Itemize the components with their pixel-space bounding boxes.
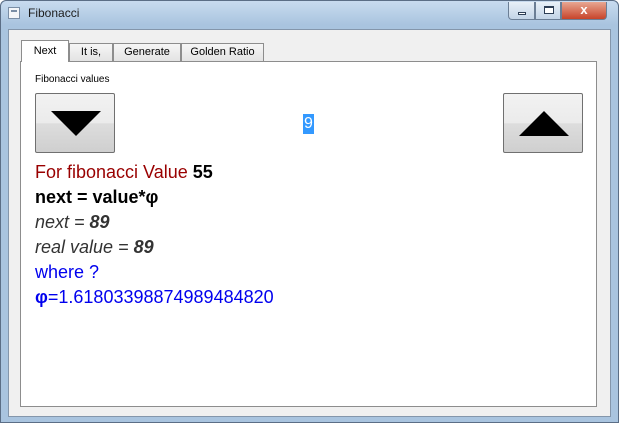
- value-prefix: For fibonacci Value: [35, 162, 193, 182]
- phi-value: =1.61803398874989484820: [47, 287, 274, 307]
- close-icon: x: [580, 2, 588, 17]
- tab-panel-next: Fibonacci values 9 For fibonacci Value 5…: [20, 61, 597, 407]
- where-line: where ?: [35, 262, 100, 282]
- fibonacci-value: 55: [192, 162, 213, 182]
- next-value: 89: [89, 212, 110, 232]
- tab-it-is[interactable]: It is,: [69, 43, 113, 62]
- tab-generate[interactable]: Generate: [113, 43, 181, 62]
- previous-value-button[interactable]: [35, 93, 115, 153]
- triangle-up-icon: [519, 111, 569, 136]
- close-button[interactable]: x: [561, 2, 607, 20]
- tab-golden-ratio[interactable]: Golden Ratio: [181, 43, 264, 62]
- result-line-value: For fibonacci Value 55: [35, 160, 274, 185]
- maximize-icon: [544, 6, 554, 14]
- client-area: Next It is, Generate Golden Ratio Fibona…: [8, 29, 611, 417]
- title-bar[interactable]: Fibonacci x: [1, 1, 618, 25]
- next-value-button[interactable]: [503, 93, 583, 153]
- formula-line: next = value*φ: [35, 187, 159, 207]
- triangle-down-icon: [51, 111, 101, 136]
- phi-symbol: φ: [35, 287, 48, 307]
- maximize-button[interactable]: [535, 2, 561, 20]
- real-value: 89: [133, 237, 154, 257]
- next-prefix: next =: [35, 212, 90, 232]
- result-text: For fibonacci Value 55 next = value*φ ne…: [35, 160, 274, 310]
- app-window-icon: [8, 7, 20, 19]
- minimize-button[interactable]: [508, 2, 535, 20]
- app-window: Fibonacci x Next It is, Generate Golden …: [0, 0, 619, 423]
- real-value-prefix: real value =: [35, 237, 134, 257]
- fibonacci-index-field[interactable]: 9: [303, 114, 314, 134]
- real-value-line: real value = 89: [35, 235, 274, 260]
- minimize-icon: [518, 12, 526, 15]
- tab-next[interactable]: Next: [21, 40, 69, 62]
- phi-line: φ=1.61803398874989484820: [35, 285, 274, 310]
- next-line: next = 89: [35, 210, 274, 235]
- window-title: Fibonacci: [28, 6, 80, 20]
- fibonacci-values-label: Fibonacci values: [35, 74, 110, 85]
